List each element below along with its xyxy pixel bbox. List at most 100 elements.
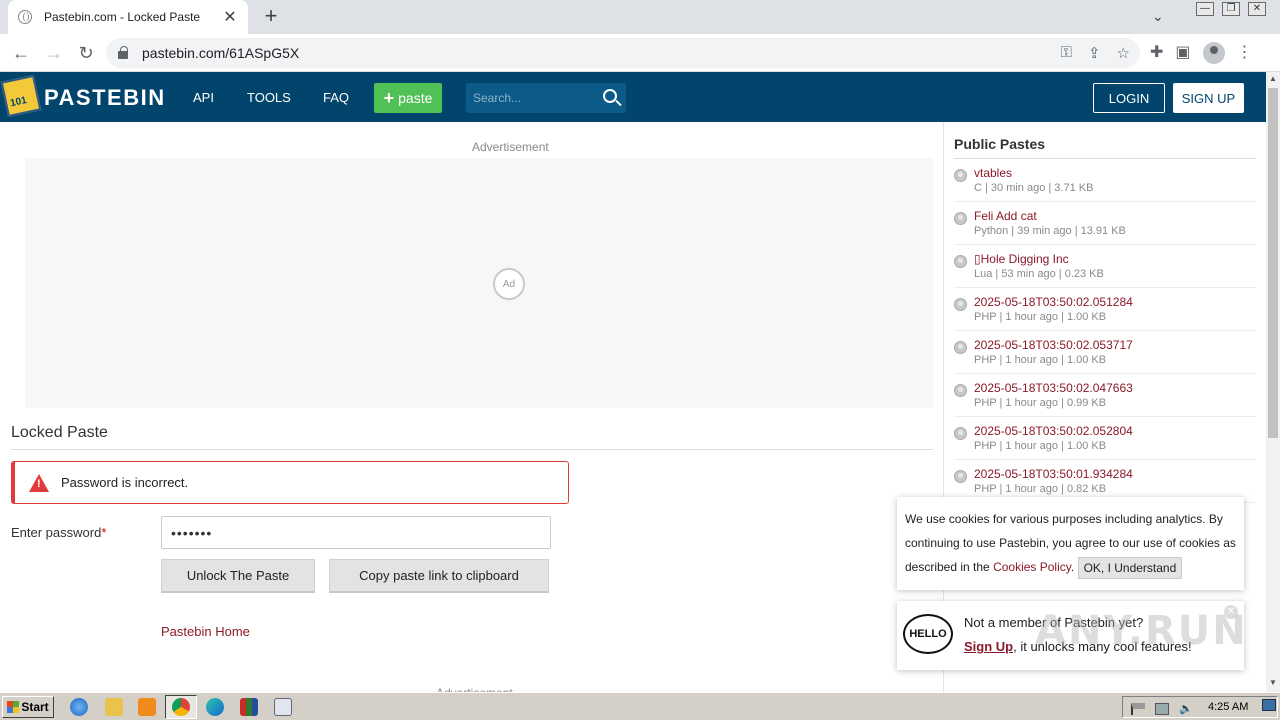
profile-avatar-icon[interactable]: [1202, 42, 1225, 64]
window-controls: — ❐ ✕: [1196, 2, 1266, 16]
edge-icon[interactable]: [206, 698, 224, 716]
close-window-button[interactable]: ✕: [1248, 2, 1266, 16]
browser-toolbar: ← → ↻ pastebin.com/61ASpG5X ⚿ ⇪ ☆ ✚ ▣ ⋮: [0, 34, 1280, 72]
paste-list-item: 2025-05-18T03:50:02.051284 PHP | 1 hour …: [954, 288, 1256, 331]
paste-title-link[interactable]: 2025-05-18T03:50:02.052804: [974, 424, 1133, 438]
paste-title-link[interactable]: 2025-05-18T03:50:02.053717: [974, 338, 1133, 352]
new-paste-button[interactable]: + paste: [374, 83, 442, 113]
site-logo-text[interactable]: PASTEBIN: [44, 85, 166, 111]
required-marker: *: [101, 525, 107, 540]
flag-tray-icon[interactable]: [1131, 703, 1145, 715]
nav-api[interactable]: API: [193, 90, 214, 105]
chrome-icon[interactable]: [172, 698, 190, 716]
error-message: Password is incorrect.: [61, 475, 189, 490]
scroll-up-arrow-icon[interactable]: ▲: [1266, 74, 1280, 86]
pastebin-home-link[interactable]: Pastebin Home: [161, 624, 250, 639]
paste-meta: PHP | 1 hour ago | 0.82 KB: [974, 483, 1107, 495]
signup-button[interactable]: SIGN UP: [1173, 83, 1244, 113]
nav-tools[interactable]: TOOLS: [247, 90, 291, 105]
menu-kebab-icon[interactable]: ⋮: [1237, 42, 1253, 64]
error-alert: Password is incorrect.: [11, 461, 569, 504]
password-field[interactable]: [161, 516, 551, 549]
media-player-icon[interactable]: [138, 698, 156, 716]
reload-icon[interactable]: ↻: [75, 42, 97, 64]
globe-icon: [954, 298, 967, 311]
forward-icon[interactable]: →: [43, 42, 65, 64]
browser-tabstrip: Pastebin.com - Locked Paste ✕ + ⌄ — ❐ ✕: [0, 0, 1280, 34]
show-desktop-icon[interactable]: [1262, 699, 1276, 711]
ad-container[interactable]: Ad: [25, 158, 933, 408]
winrar-icon[interactable]: [240, 698, 258, 716]
file-explorer-icon[interactable]: [105, 698, 123, 716]
cookie-text: We use cookies for various purposes incl…: [905, 507, 1236, 579]
tab-close-icon[interactable]: ✕: [222, 7, 238, 27]
cookie-ok-button[interactable]: OK, I Understand: [1077, 556, 1183, 579]
side-panel-icon[interactable]: ▣: [1175, 42, 1190, 64]
paste-title-link[interactable]: 2025-05-18T03:50:02.047663: [974, 381, 1133, 395]
internet-explorer-icon[interactable]: [70, 698, 88, 716]
login-button[interactable]: LOGIN: [1093, 83, 1165, 113]
minimize-button[interactable]: —: [1196, 2, 1214, 16]
unlock-paste-button[interactable]: Unlock The Paste: [161, 559, 315, 593]
new-paste-label: paste: [398, 90, 433, 106]
nav-faq[interactable]: FAQ: [323, 90, 349, 105]
paste-title-link[interactable]: ▯Hole Digging Inc: [974, 252, 1069, 266]
sidebar-title: Public Pastes: [954, 136, 1046, 152]
search-icon[interactable]: [603, 89, 617, 103]
paste-title-link[interactable]: Feli Add cat: [974, 209, 1037, 223]
address-bar[interactable]: pastebin.com/61ASpG5X ⚿ ⇪ ☆: [106, 38, 1140, 68]
browser-tab[interactable]: Pastebin.com - Locked Paste ✕: [8, 0, 248, 34]
pastebin-logo-icon[interactable]: [0, 74, 42, 118]
paste-list-item: 2025-05-18T03:50:02.052804 PHP | 1 hour …: [954, 417, 1256, 460]
key-icon[interactable]: ⚿: [1061, 44, 1072, 62]
windows-taskbar: Start 🔈 4:25 AM: [0, 692, 1280, 720]
paste-meta: Lua | 53 min ago | 0.23 KB: [974, 268, 1104, 280]
paste-meta: PHP | 1 hour ago | 1.00 KB: [974, 311, 1107, 323]
cookie-text-end: .: [1070, 560, 1075, 574]
extensions-puzzle-icon[interactable]: ✚: [1150, 42, 1163, 64]
promo-signup-link[interactable]: Sign Up: [964, 639, 1013, 654]
paste-title-link[interactable]: vtables: [974, 166, 1012, 180]
new-tab-button[interactable]: +: [260, 5, 282, 27]
hello-speech-bubble-icon: HELLO: [903, 614, 953, 654]
url-text[interactable]: pastebin.com/61ASpG5X: [142, 45, 299, 61]
restore-button[interactable]: ❐: [1222, 2, 1240, 16]
globe-icon: [954, 470, 967, 483]
ad-badge-icon: Ad: [493, 268, 525, 300]
copy-link-button[interactable]: Copy paste link to clipboard: [329, 559, 549, 593]
paste-title-link[interactable]: 2025-05-18T03:50:02.051284: [974, 295, 1133, 309]
plus-icon: +: [383, 87, 395, 108]
page-scrollbar[interactable]: ▲ ▼: [1266, 72, 1280, 692]
paste-title-link[interactable]: 2025-05-18T03:50:01.934284: [974, 467, 1133, 481]
paste-meta: PHP | 1 hour ago | 0.99 KB: [974, 397, 1107, 409]
share-icon[interactable]: ⇪: [1088, 44, 1101, 62]
volume-tray-icon[interactable]: 🔈: [1179, 703, 1193, 715]
back-icon[interactable]: ←: [10, 42, 32, 64]
globe-icon: [954, 255, 967, 268]
window-app-icon[interactable]: [274, 698, 292, 716]
network-tray-icon[interactable]: [1155, 703, 1169, 715]
paste-meta: Python | 39 min ago | 13.91 KB: [974, 225, 1126, 237]
paste-list-item: vtables C | 30 min ago | 3.71 KB: [954, 159, 1256, 202]
paste-meta: C | 30 min ago | 3.71 KB: [974, 182, 1094, 194]
scroll-down-arrow-icon[interactable]: ▼: [1266, 678, 1280, 690]
lock-icon[interactable]: [118, 46, 128, 59]
search-input[interactable]: [473, 91, 593, 105]
title-divider: [11, 449, 933, 450]
tab-search-chevron-icon[interactable]: ⌄: [1152, 8, 1164, 25]
advertisement-label: Advertisement: [472, 140, 549, 154]
paste-list-item: ▯Hole Digging Inc Lua | 53 min ago | 0.2…: [954, 245, 1256, 288]
start-button[interactable]: Start: [2, 696, 54, 718]
paste-meta: PHP | 1 hour ago | 1.00 KB: [974, 440, 1107, 452]
cookies-policy-link[interactable]: Cookies Policy: [993, 560, 1071, 574]
scroll-thumb[interactable]: [1268, 88, 1278, 438]
page-title: Locked Paste: [11, 424, 108, 441]
cookie-notice: We use cookies for various purposes incl…: [897, 497, 1244, 590]
bookmark-star-icon[interactable]: ☆: [1117, 44, 1130, 62]
globe-icon: [954, 212, 967, 225]
paste-list-item: 2025-05-18T03:50:02.053717 PHP | 1 hour …: [954, 331, 1256, 374]
globe-icon: [954, 427, 967, 440]
globe-icon: [954, 341, 967, 354]
warning-icon: [29, 473, 49, 492]
paste-list-item: 2025-05-18T03:50:02.047663 PHP | 1 hour …: [954, 374, 1256, 417]
